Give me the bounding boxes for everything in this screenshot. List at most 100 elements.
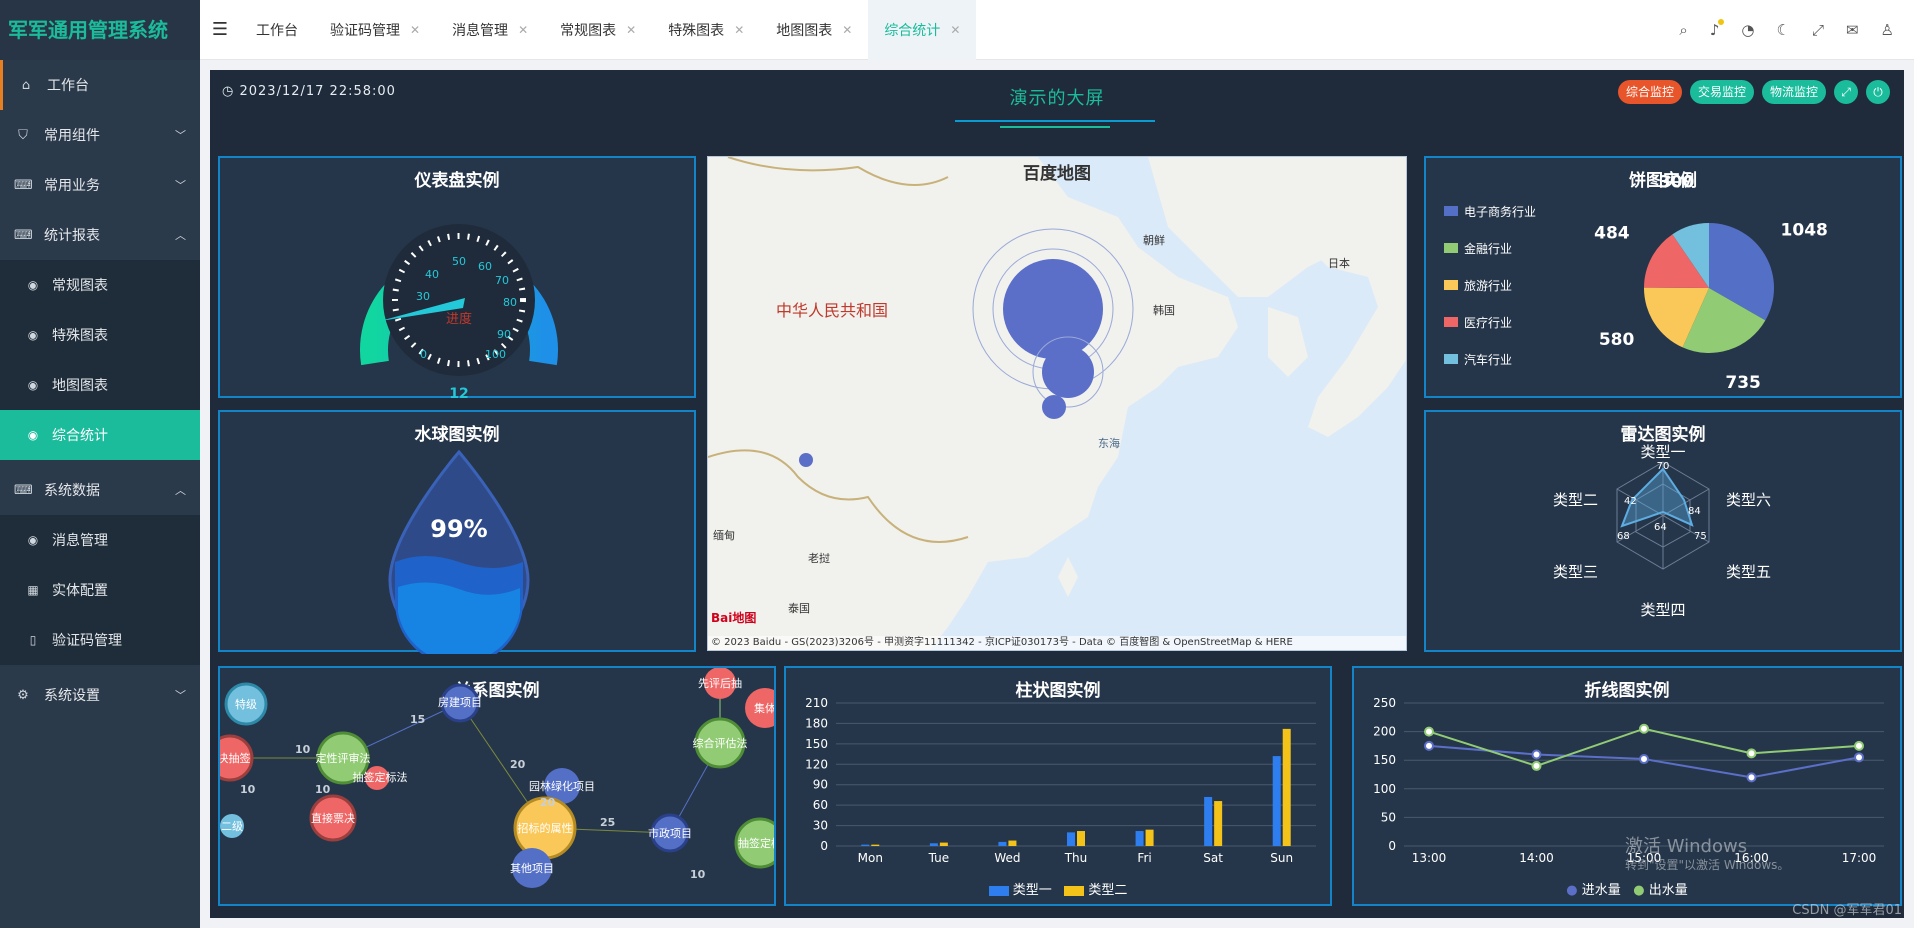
bar-mark	[1135, 831, 1144, 846]
relation-node-label: 房建项目	[438, 695, 482, 709]
relation-node-label: 园林绿化项目	[529, 779, 595, 793]
radar-axis-label: 类型二	[1553, 491, 1598, 509]
close-icon[interactable]: ✕	[950, 23, 960, 37]
bar-legend-label[interactable]: 类型一	[1013, 883, 1052, 898]
bar-legend-swatch	[988, 885, 1009, 896]
close-icon[interactable]: ✕	[410, 23, 420, 37]
relation-edge-label: 10	[240, 783, 256, 796]
power-button[interactable]: ⏻	[1866, 80, 1890, 104]
tab-overview[interactable]: 综合统计 ✕	[868, 0, 977, 60]
csdn-watermark: CSDN @军军君01	[1792, 903, 1902, 918]
liquid-percent: 99%	[430, 515, 487, 543]
line-point	[1639, 754, 1649, 765]
pie-value-label: 1048	[1781, 220, 1828, 240]
relation-panel: 关系图实例 特级 决抽签 定性评审法 抽签定标法 直接票决 二级 房建项目 园林…	[218, 666, 776, 906]
fullscreen-icon[interactable]: ⤢	[1812, 21, 1824, 39]
monitor-logistics-button[interactable]: 物流监控	[1761, 80, 1826, 104]
relation-edge-label: 25	[600, 816, 615, 829]
pie-panel: 饼图实例 电子商务行业 金融行业 旅游行业 医疗行业 汽车行业 1048 735 5…	[1424, 156, 1902, 398]
bar-chart: 0 30 60 90 120 150 180 210 Mon Tue Wed Thu Fri Sat Sun	[805, 696, 1316, 865]
dashboard-icon[interactable]: ◔	[1741, 21, 1754, 39]
line-x-tick: 17:00	[1842, 851, 1877, 865]
bell-icon[interactable]: ♪	[1710, 19, 1724, 39]
relation-node-label: 其他项目	[510, 862, 554, 875]
relation-node-label: 直接票决	[311, 811, 355, 825]
close-icon[interactable]: ✕	[518, 23, 528, 37]
sidebar-item-settings[interactable]: ⚙ 系统设置 ﹀	[0, 670, 200, 720]
sidebar-item-label: 常用业务	[44, 178, 100, 194]
map-canvas	[708, 157, 1406, 650]
app-brand: 军军通用管理系统	[0, 0, 200, 60]
bar-mark	[1067, 832, 1075, 846]
monitor-overall-button[interactable]: 综合监控	[1617, 80, 1682, 104]
sidebar-item-label: 工作台	[47, 78, 89, 94]
bar-x-tick: Thu	[1064, 851, 1088, 865]
map-title: 百度地图	[1023, 164, 1091, 184]
tab-messages[interactable]: 消息管理 ✕	[436, 0, 544, 60]
moon-icon[interactable]: ☾	[1777, 21, 1790, 39]
sidebar-item-reports[interactable]: ⌨ 统计报表 ︿	[0, 210, 200, 260]
bar-legend: 类型一 类型二	[786, 879, 1330, 898]
bar-mark	[939, 842, 948, 846]
bar-legend-label[interactable]: 类型二	[1088, 883, 1127, 898]
close-icon[interactable]: ✕	[626, 23, 636, 37]
map-copyright: © 2023 Baidu - GS(2023)3206号 - 甲测资字11111…	[708, 636, 1406, 650]
relation-graph: 特级 决抽签 定性评审法 抽签定标法 直接票决 二级 房建项目 园林绿化项目 招…	[220, 668, 774, 888]
relation-node-label: 特级	[235, 697, 257, 711]
tab-regular-charts[interactable]: 常规图表 ✕	[544, 0, 652, 60]
keyboard-icon: ⌨	[14, 482, 33, 498]
bar-mark	[1008, 840, 1017, 846]
relation-node-label: 先评后抽	[698, 676, 742, 690]
sidebar-item-workbench[interactable]: ⌂ 工作台	[0, 60, 200, 110]
bar-mark	[1272, 756, 1281, 846]
baidu-map[interactable]: 百度地图 中华人民共和国 日本 韩国 朝鲜 缅甸 老挝 泰国 东海 Bai地图 …	[707, 156, 1407, 651]
bar-panel: 柱状图实例 0 30 60 90 120 150 180 210 Mon Tue Wed Thu Fri…	[784, 666, 1332, 906]
home-icon: ⌂	[21, 77, 31, 93]
gauge-panel: 仪表盘实例 进度 12 30 40 50 60 70 80 90 100 0	[218, 156, 696, 400]
sidebar-item-business[interactable]: ⌨ 常用业务 ﹀	[0, 160, 200, 210]
monitor-trade-button[interactable]: 交易监控	[1689, 80, 1754, 104]
sidebar-item-system-data[interactable]: ⌨ 系统数据 ︿	[0, 465, 200, 515]
line-point	[1746, 772, 1757, 783]
close-icon[interactable]: ✕	[734, 23, 744, 37]
bar-y-tick: 210	[805, 696, 828, 710]
relation-node-label: 抽签定标法	[353, 770, 408, 784]
sidebar-subitem-label: 消息管理	[52, 533, 108, 549]
sidebar-subitem-overview[interactable]: ◉ 综合统计	[0, 410, 200, 460]
map-label-north-korea: 朝鲜	[1143, 234, 1165, 247]
sidebar-subitem-messages[interactable]: ◉ 消息管理	[0, 515, 200, 565]
pie-chart: 1048 735 580 484 300	[1594, 173, 1828, 393]
bar-mark	[1214, 801, 1223, 846]
user-icon[interactable]: ♙	[1881, 21, 1894, 39]
search-icon[interactable]: ⌕	[1679, 21, 1687, 39]
radar-value: 84	[1688, 506, 1701, 517]
tab-map-charts[interactable]: 地图图表 ✕	[760, 0, 868, 60]
line-legend-label[interactable]: 出水量	[1649, 883, 1688, 898]
line-y-tick: 250	[1373, 696, 1396, 710]
mail-icon[interactable]: ✉	[1846, 21, 1859, 39]
fullscreen-button[interactable]: ⤢	[1834, 80, 1858, 104]
line-point	[1424, 726, 1434, 737]
line-legend-label[interactable]: 进水量	[1582, 883, 1621, 898]
map-label-myanmar: 缅甸	[713, 529, 735, 542]
eye-icon: ◉	[27, 533, 39, 547]
bar-y-tick: 120	[805, 757, 828, 771]
tab-workbench[interactable]: 工作台	[240, 0, 314, 60]
bar-x-tick: Sun	[1270, 851, 1293, 865]
line-y-tick: 100	[1373, 782, 1396, 796]
sidebar-subitem-entity-config[interactable]: ▦ 实体配置	[0, 565, 200, 615]
tab-special-charts[interactable]: 特殊图表 ✕	[652, 0, 760, 60]
sidebar-subitem-special-charts[interactable]: ◉ 特殊图表	[0, 310, 200, 360]
tab-captcha[interactable]: 验证码管理 ✕	[314, 0, 436, 60]
sidebar-item-components[interactable]: ⛉ 常用组件 ﹀	[0, 110, 200, 160]
taiwan-land	[1058, 557, 1078, 597]
korea-land	[1268, 307, 1308, 377]
menu-toggle-icon[interactable]: ☰	[200, 19, 240, 40]
close-icon[interactable]: ✕	[842, 23, 852, 37]
line-x-tick: 14:00	[1519, 851, 1554, 865]
bar-y-tick: 60	[813, 798, 828, 812]
radar-axis-label: 类型四	[1640, 601, 1685, 619]
sidebar-subitem-map-charts[interactable]: ◉ 地图图表	[0, 360, 200, 410]
sidebar-subitem-regular-charts[interactable]: ◉ 常规图表	[0, 260, 200, 310]
sidebar-subitem-captcha[interactable]: ▯ 验证码管理	[0, 615, 200, 665]
